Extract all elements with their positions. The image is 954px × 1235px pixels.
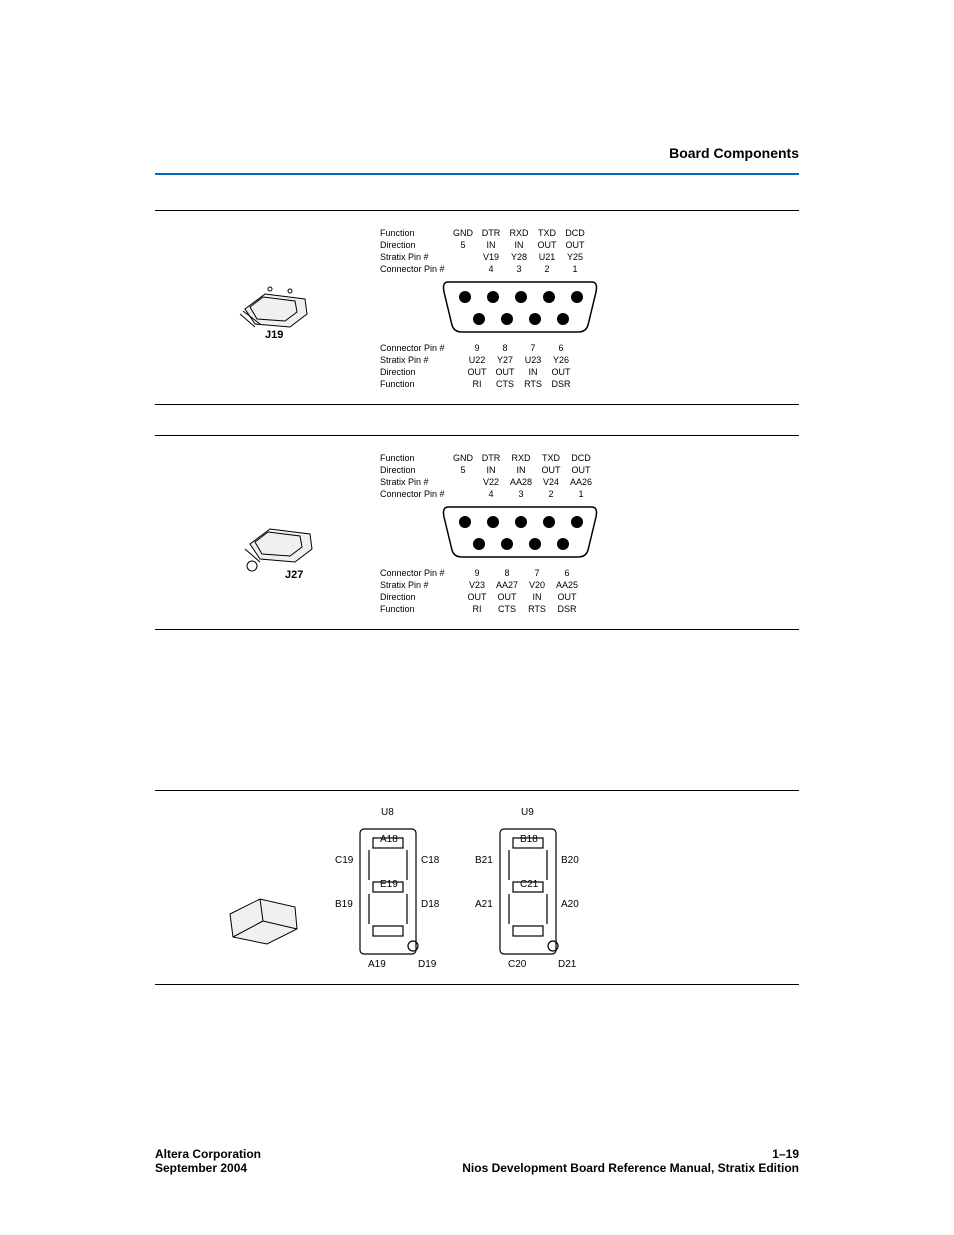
bcol-8: 8Y27OUTCTS xyxy=(491,342,519,390)
col-4: DTRINV194 xyxy=(477,227,505,275)
footer-date: September 2004 xyxy=(155,1161,247,1175)
footer-page: 1–19 xyxy=(772,1147,799,1161)
bcol-6: 6Y26OUTDSR xyxy=(547,342,575,390)
top-row-labels: Function Direction Stratix Pin # Connect… xyxy=(380,227,445,275)
figure-j19: J19 Function Direction Stratix Pin # Con… xyxy=(155,210,799,405)
footer-manual: Nios Development Board Reference Manual,… xyxy=(462,1161,799,1175)
figure-j27: J27 FunctionDirectionStratix Pin #Connec… xyxy=(155,435,799,630)
bottom-row-labels: Connector Pin #Stratix Pin #DirectionFun… xyxy=(380,567,445,615)
u9-label: U9 xyxy=(521,807,534,818)
seven-seg-u9 xyxy=(495,824,580,964)
col-3: RXDINY283 xyxy=(505,227,533,275)
connector-label-j19: J19 xyxy=(265,329,283,341)
seven-seg-u8 xyxy=(355,824,440,964)
u8-label: U8 xyxy=(381,807,394,818)
figure-seven-seg: U8 A18 C19 C18 E19 B19 xyxy=(155,790,799,985)
page-header: Board Components xyxy=(155,145,799,175)
db9-pin-diagram xyxy=(440,502,600,567)
col-5: GND5 xyxy=(449,227,477,251)
page-footer: Altera Corporation September 2004 1–19 N… xyxy=(155,1147,799,1175)
connector-label-j27: J27 xyxy=(285,569,303,581)
top-row-labels: FunctionDirectionStratix Pin #Connector … xyxy=(380,452,445,500)
col-1: DCDOUTY251 xyxy=(561,227,589,275)
bcol-9: 9U22OUTRI xyxy=(463,342,491,390)
bottom-row-labels: Connector Pin # Stratix Pin # Direction … xyxy=(380,342,445,390)
bcol-7: 7U23INRTS xyxy=(519,342,547,390)
footer-corp: Altera Corporation xyxy=(155,1147,261,1161)
col-2: TXDOUTU212 xyxy=(533,227,561,275)
db9-pin-diagram xyxy=(440,277,600,342)
led-module-icon xyxy=(225,889,305,954)
